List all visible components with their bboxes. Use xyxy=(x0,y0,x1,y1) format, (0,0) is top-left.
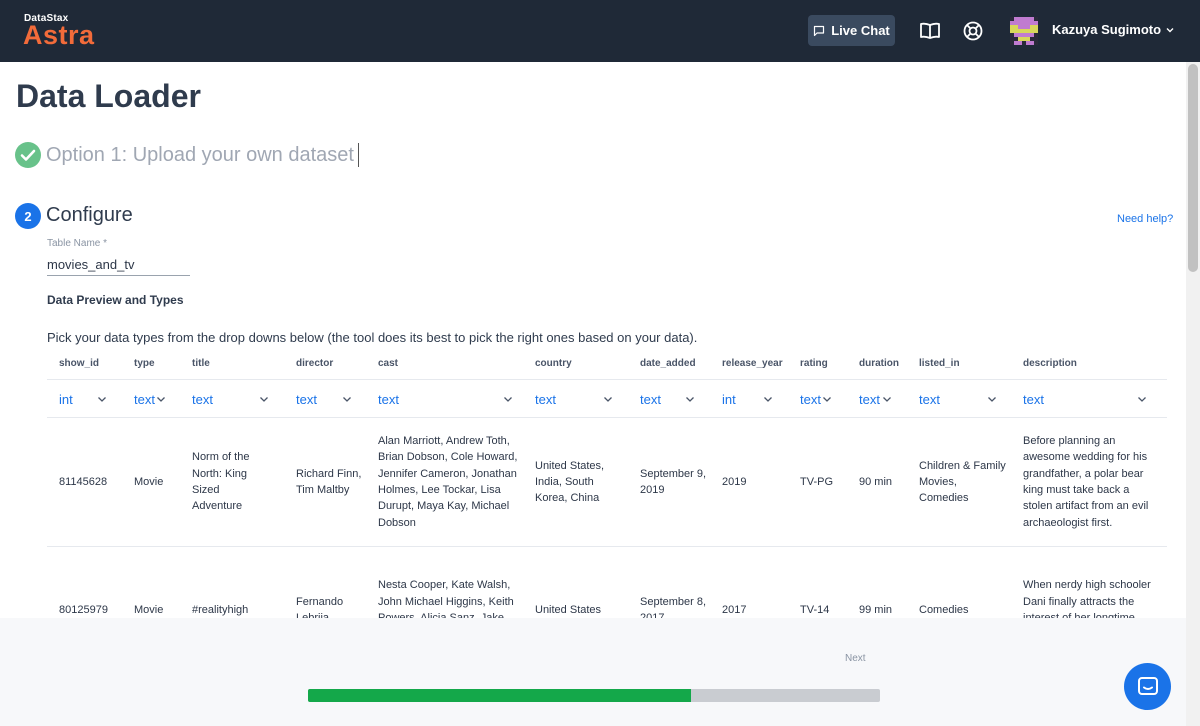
chevron-down-icon xyxy=(157,397,165,402)
table-name-input[interactable] xyxy=(47,254,190,276)
live-chat-button[interactable]: Live Chat xyxy=(808,15,895,46)
user-name: Kazuya Sugimoto xyxy=(1052,22,1162,37)
type-select-cast[interactable]: text xyxy=(378,391,513,407)
bottom-action-bar xyxy=(0,618,1186,726)
col-header-release-year: release_year xyxy=(722,358,783,369)
chevron-down-icon xyxy=(883,397,891,402)
type-select-value: text xyxy=(134,391,155,407)
table-divider xyxy=(47,379,1167,380)
chevron-down-icon xyxy=(343,397,351,402)
col-header-director: director xyxy=(296,358,334,369)
type-select-value: text xyxy=(800,391,821,407)
instructions-text: Pick your data types from the drop downs… xyxy=(47,330,698,345)
table-cell: Movie xyxy=(134,475,164,488)
need-help-link[interactable]: Need help? xyxy=(1117,213,1173,225)
text-cursor xyxy=(358,143,359,167)
chevron-down-icon xyxy=(988,397,996,402)
type-select-rating[interactable]: text xyxy=(800,391,832,407)
table-cell: Norm of the North: King Sized Adventure xyxy=(192,451,250,513)
table-divider xyxy=(47,417,1167,418)
col-header-cast: cast xyxy=(378,358,399,369)
table-name-label: Table Name * xyxy=(47,238,108,249)
type-select-value: text xyxy=(919,391,940,407)
user-menu[interactable]: Kazuya Sugimoto xyxy=(1052,22,1175,37)
scrollbar-thumb[interactable] xyxy=(1188,64,1198,272)
progress-bar xyxy=(308,689,880,702)
type-select-value: int xyxy=(722,391,736,407)
top-header: DataStax Astra Live Chat Kazuya Sugimoto xyxy=(0,0,1200,62)
live-chat-label: Live Chat xyxy=(831,23,890,38)
help-ring-icon[interactable] xyxy=(962,20,984,42)
table-cell: Before planning an awesome wedding for h… xyxy=(1023,435,1149,529)
chevron-down-icon xyxy=(604,397,612,402)
step2-number-badge: 2 xyxy=(15,203,41,229)
table-cell: 81145628 xyxy=(59,475,108,488)
type-select-value: text xyxy=(192,391,213,407)
col-header-title: title xyxy=(192,358,210,369)
type-select-director[interactable]: text xyxy=(296,391,352,407)
col-header-duration: duration xyxy=(859,358,899,369)
type-select-listed-in[interactable]: text xyxy=(919,391,997,407)
type-select-value: text xyxy=(535,391,556,407)
type-select-type[interactable]: text xyxy=(134,391,166,407)
chevron-down-icon xyxy=(504,397,512,402)
col-header-rating: rating xyxy=(800,358,828,369)
chevron-down-icon xyxy=(1138,397,1146,402)
type-select-country[interactable]: text xyxy=(535,391,613,407)
col-header-date-added: date_added xyxy=(640,358,696,369)
page-title: Data Loader xyxy=(16,78,201,114)
type-select-value: int xyxy=(59,391,73,407)
page-scrollbar[interactable] xyxy=(1186,62,1200,726)
table-cell: 2019 xyxy=(722,475,747,488)
type-select-description[interactable]: text xyxy=(1023,391,1147,407)
table-cell: Children & Family Movies, Comedies xyxy=(919,459,1006,505)
col-header-description: description xyxy=(1023,358,1077,369)
progress-fill xyxy=(308,689,692,702)
type-select-show-id[interactable]: int xyxy=(59,391,107,407)
table-cell: TV-PG xyxy=(800,475,834,488)
col-header-type: type xyxy=(134,358,155,369)
type-select-value: text xyxy=(296,391,317,407)
table-cell: 90 min xyxy=(859,475,893,488)
brand-astra-logo[interactable]: Astra xyxy=(23,20,95,51)
type-select-release-year[interactable]: int xyxy=(722,391,773,407)
data-preview-heading: Data Preview and Types xyxy=(47,293,184,307)
type-select-value: text xyxy=(640,391,661,407)
step1-check-icon xyxy=(15,142,41,168)
table-cell: September 9, 2019 xyxy=(640,467,707,496)
type-select-value: text xyxy=(1023,391,1044,407)
step1-title[interactable]: Option 1: Upload your own dataset xyxy=(46,144,354,167)
type-select-duration[interactable]: text xyxy=(859,391,892,407)
table-cell: United States, India, South Korea, China xyxy=(535,459,605,505)
avatar[interactable] xyxy=(1010,17,1038,45)
col-header-country: country xyxy=(535,358,572,369)
table-cell: Richard Finn, Tim Maltby xyxy=(296,467,362,496)
type-select-title[interactable]: text xyxy=(192,391,269,407)
type-select-value: text xyxy=(859,391,880,407)
col-header-listed-in: listed_in xyxy=(919,358,960,369)
chat-icon xyxy=(1137,676,1158,695)
chevron-down-icon xyxy=(823,397,831,402)
table-cell: Alan Marriott, Andrew Toth, Brian Dobson… xyxy=(378,435,518,529)
book-icon[interactable] xyxy=(919,20,941,42)
chat-widget-button[interactable] xyxy=(1124,663,1171,710)
type-select-value: text xyxy=(378,391,399,407)
chevron-down-icon xyxy=(686,397,694,402)
table-row-divider xyxy=(47,546,1167,547)
col-header-show-id: show_id xyxy=(59,358,100,369)
chevron-down-icon xyxy=(1166,27,1174,32)
next-button[interactable]: Next xyxy=(845,653,866,664)
chevron-down-icon xyxy=(260,397,268,402)
chevron-down-icon xyxy=(98,397,106,402)
chat-bubble-icon xyxy=(814,25,825,36)
type-select-date-added[interactable]: text xyxy=(640,391,695,407)
chevron-down-icon xyxy=(764,397,772,402)
step2-title: Configure xyxy=(46,204,133,226)
